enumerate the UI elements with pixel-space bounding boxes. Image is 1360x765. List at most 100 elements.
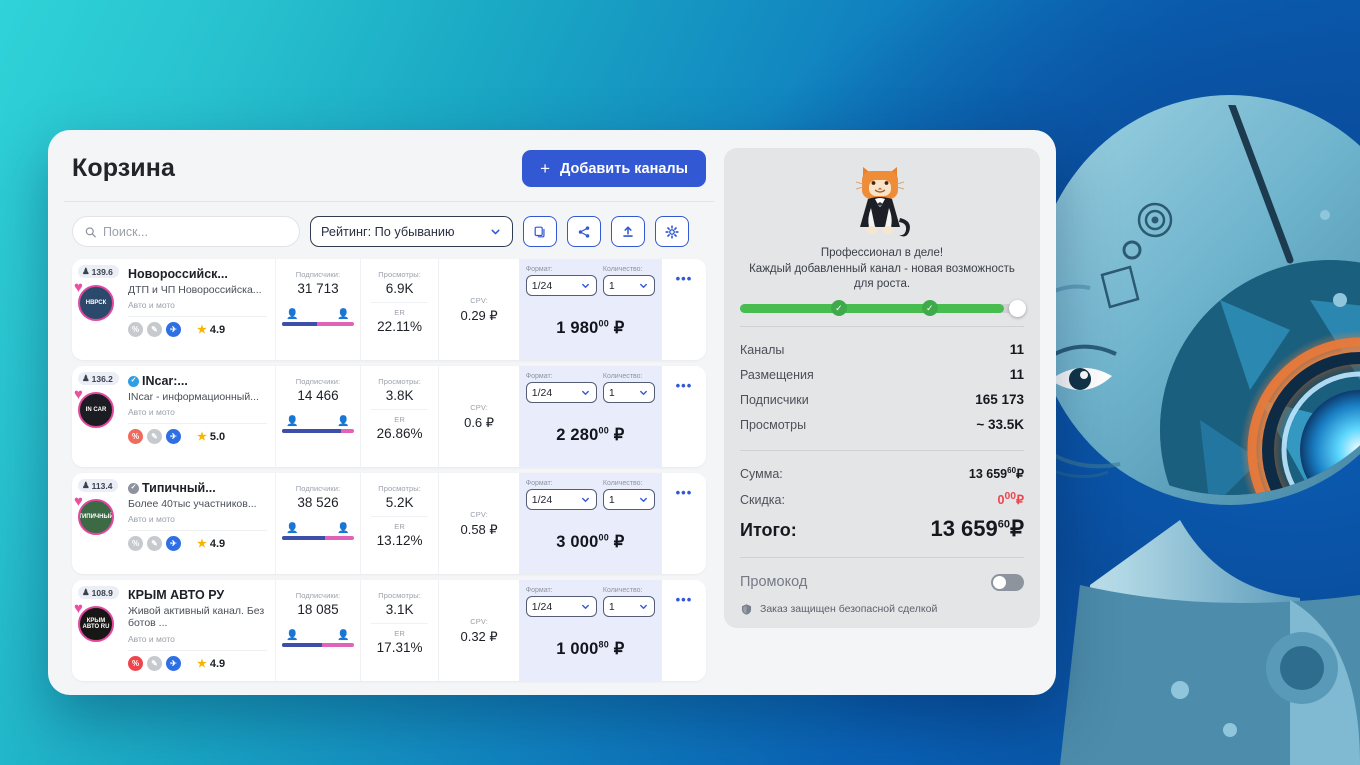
verified-icon: ✓: [128, 483, 139, 495]
cart-header: Корзина + Добавить каналы: [64, 148, 714, 202]
promocode-row[interactable]: Промокод: [740, 568, 1024, 595]
avatar-wrap: ТИПИЧНЫЙ ♥: [74, 494, 114, 535]
percent-icon[interactable]: %: [128, 429, 143, 445]
copy-button[interactable]: [523, 216, 557, 247]
table-row[interactable]: ♟ 113.4 ТИПИЧНЫЙ ♥ ✓ Типичный... Более 4…: [72, 473, 706, 574]
format-select[interactable]: 1/24: [525, 489, 597, 510]
table-row[interactable]: ♟ 139.6 НВРСК ♥ Новороссийск... ДТП и ЧП…: [72, 259, 706, 360]
price-cell: Формат: 1/24 Количество: 1 1 00080 ₽: [518, 580, 662, 681]
views-label: Просмотры:: [378, 270, 421, 279]
telegram-icon[interactable]: ✈: [166, 536, 181, 552]
avatar-label: IN CAR: [85, 406, 107, 413]
pen-icon[interactable]: ✎: [147, 656, 162, 672]
table-row[interactable]: ♟ 136.2 IN CAR ♥ ✓ INcar:... INcar - инф…: [72, 366, 706, 467]
quantity-label: Количество:: [602, 373, 643, 380]
rank-value: 113.4: [91, 480, 113, 491]
favorite-heart-icon[interactable]: ♥: [74, 601, 83, 616]
trophy-icon: ♟: [82, 373, 90, 383]
channel-category: Авто и мото: [128, 514, 175, 525]
price-value: 3 00000 ₽: [556, 532, 625, 552]
quantity-select[interactable]: 1: [602, 489, 655, 510]
pen-icon[interactable]: ✎: [147, 429, 162, 445]
male-icon: 👤: [286, 523, 299, 534]
views-label: Просмотры:: [378, 484, 421, 493]
summary-stat-row: Каналы 11: [740, 337, 1024, 362]
subscribers-cell: Подписчики: 38 526 👤 👤: [275, 473, 360, 574]
channel-title: Новороссийск...: [128, 267, 267, 283]
quantity-select[interactable]: 1: [602, 596, 655, 617]
progress-fill: [740, 303, 1005, 313]
add-channels-button[interactable]: + Добавить каналы: [522, 150, 706, 187]
favorite-heart-icon[interactable]: ♥: [74, 494, 83, 509]
telegram-icon[interactable]: ✈: [166, 322, 181, 338]
sort-select[interactable]: Рейтинг: По убыванию: [310, 216, 513, 247]
chevron-down-icon: [581, 283, 589, 288]
subscribers-cell: Подписчики: 18 085 👤 👤: [275, 580, 360, 681]
views-value: 3.1K: [385, 602, 414, 617]
cart-toolbar: Рейтинг: По убыванию: [64, 202, 714, 259]
format-select[interactable]: 1/24: [525, 382, 597, 403]
price-box: 1 00080 ₽: [519, 617, 662, 681]
views-cell: Просмотры: 5.2K ER 13.12%: [359, 473, 439, 574]
price-box: 2 28000 ₽: [519, 403, 662, 467]
format-select[interactable]: 1/24: [525, 596, 597, 617]
telegram-icon[interactable]: ✈: [166, 656, 181, 672]
progress-knob[interactable]: [1009, 299, 1026, 317]
format-value: 1/24: [531, 600, 553, 613]
summary-total-row: Итого: 13 65960₽: [740, 512, 1024, 544]
search-box[interactable]: [72, 216, 300, 247]
favorite-heart-icon[interactable]: ♥: [74, 280, 83, 295]
quantity-select[interactable]: 1: [602, 275, 655, 296]
search-input[interactable]: [102, 224, 287, 239]
divider: [740, 556, 1024, 558]
rating-value: 5.0: [209, 430, 226, 443]
chevron-down-icon: [639, 604, 647, 609]
pen-icon[interactable]: ✎: [147, 322, 162, 338]
more-options-icon[interactable]: •••: [661, 473, 706, 574]
promocode-label: Промокод: [740, 574, 808, 591]
gender-bar: [282, 429, 354, 433]
trophy-icon: ♟: [82, 266, 90, 276]
channel-footer: % ✎ ✈ ★ 5.0: [128, 423, 268, 445]
er-value: 17.31%: [376, 640, 423, 655]
divider: [740, 325, 1024, 327]
settings-button[interactable]: [655, 216, 689, 247]
promocode-toggle[interactable]: [991, 573, 1024, 591]
subscribers-label: Подписчики:: [295, 484, 341, 493]
table-row[interactable]: ♟ 108.9 КРЫМ АВТО RU ♥ КРЫМ АВТО РУ Живо…: [72, 580, 706, 681]
more-options-icon[interactable]: •••: [661, 366, 706, 467]
telegram-icon[interactable]: ✈: [166, 429, 181, 445]
quantity-value: 1: [608, 386, 615, 399]
more-options-icon[interactable]: •••: [661, 259, 706, 360]
quantity-select[interactable]: 1: [602, 382, 655, 403]
er-label: ER: [394, 308, 405, 317]
format-value: 1/24: [531, 386, 553, 399]
avatar-label: КРЫМ АВТО RU: [82, 617, 110, 630]
price-box: 3 00000 ₽: [519, 510, 662, 574]
cat-in-suit-mascot: [855, 167, 910, 237]
price-cell: Формат: 1/24 Количество: 1 3 00000 ₽: [518, 473, 662, 574]
favorite-heart-icon[interactable]: ♥: [74, 387, 83, 402]
pen-icon[interactable]: ✎: [147, 536, 162, 552]
upload-button[interactable]: [611, 216, 645, 247]
avatar-label: НВРСК: [85, 299, 107, 306]
price-value: 1 00080 ₽: [556, 639, 625, 659]
cpv-cell: CPV: 0.29 ₽: [438, 259, 518, 360]
chevron-down-icon: [639, 390, 647, 395]
summary-stat-value: 165 173: [975, 391, 1024, 407]
channel-title: ✓ Типичный...: [128, 481, 267, 497]
format-group: Формат: 1/24: [525, 587, 597, 617]
format-select[interactable]: 1/24: [525, 275, 597, 296]
male-icon: 👤: [286, 309, 299, 320]
summary-stat-label: Просмотры: [740, 417, 807, 432]
rating: ★ 5.0: [197, 430, 226, 444]
subscribers-cell: Подписчики: 31 713 👤 👤: [275, 259, 360, 360]
percent-icon[interactable]: %: [128, 656, 143, 672]
price-value: 1 98000 ₽: [556, 318, 625, 338]
progress-bar[interactable]: ✓ ✓: [740, 299, 1026, 317]
more-options-icon[interactable]: •••: [661, 580, 706, 681]
er-value: 22.11%: [377, 319, 422, 334]
percent-icon[interactable]: %: [128, 536, 143, 552]
share-button[interactable]: [567, 216, 601, 247]
percent-icon[interactable]: %: [128, 322, 143, 338]
